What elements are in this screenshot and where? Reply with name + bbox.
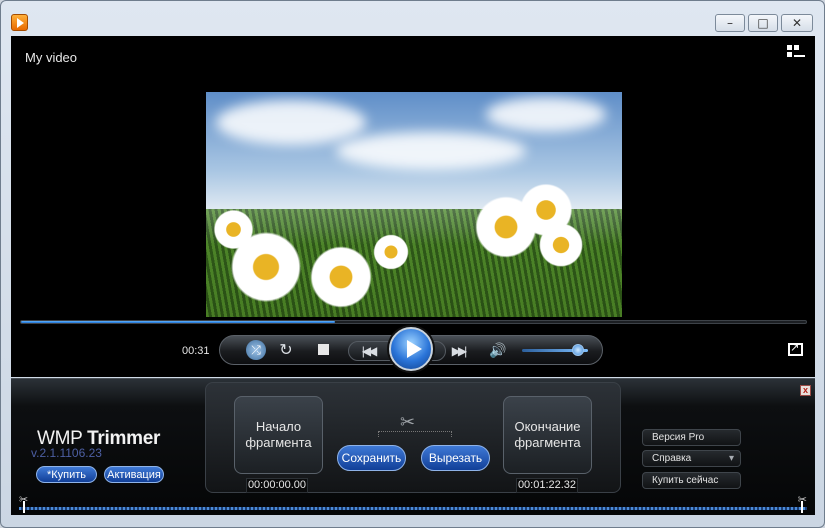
fragment-start-button[interactable]: Начало фрагмента: [234, 396, 323, 474]
save-button[interactable]: Сохранить: [337, 445, 406, 471]
video-player[interactable]: My video 00:31 ⤮ ↻ |◀◀ ▶▶| 🔊 ↗: [11, 36, 815, 377]
activate-button[interactable]: Активация: [104, 466, 164, 483]
next-button[interactable]: ▶▶|: [438, 341, 478, 361]
maximize-icon: □: [757, 16, 769, 30]
cut-button[interactable]: Вырезать: [421, 445, 490, 471]
help-dropdown[interactable]: Справка: [642, 450, 741, 467]
repeat-button[interactable]: ↻: [276, 340, 296, 360]
fullscreen-button[interactable]: [788, 341, 803, 356]
stop-button[interactable]: [318, 344, 329, 355]
fragment-start-label-1: Начало: [255, 419, 302, 434]
fragment-start-label-2: фрагмента: [245, 435, 312, 450]
volume-knob[interactable]: [572, 344, 585, 356]
fragment-end-time: 00:01:22.32: [516, 478, 578, 493]
shuffle-icon: ⤮: [251, 342, 261, 357]
start-marker-handle[interactable]: [23, 501, 25, 513]
repeat-icon: ↻: [279, 342, 293, 359]
buy-now-button[interactable]: Купить сейчас: [642, 472, 741, 489]
previous-icon: |◀◀: [361, 344, 377, 358]
video-frame[interactable]: [206, 92, 622, 317]
pro-version-button[interactable]: Версия Pro: [642, 429, 741, 446]
video-title: My video: [25, 50, 78, 65]
minimize-icon: –: [727, 16, 733, 30]
play-button[interactable]: [389, 327, 433, 371]
switch-view-icon[interactable]: [787, 45, 805, 61]
volume-button[interactable]: 🔊: [488, 341, 508, 361]
close-icon: ✕: [791, 16, 803, 30]
fragment-end-button[interactable]: Окончание фрагмента: [503, 396, 592, 474]
window-controls: – □ ✕: [715, 14, 813, 32]
shuffle-button[interactable]: ⤮: [246, 340, 266, 360]
app-play-icon: [11, 14, 28, 31]
close-button[interactable]: ✕: [781, 14, 813, 32]
end-marker-handle[interactable]: [801, 501, 803, 513]
fragment-end-label-1: Окончание: [514, 419, 581, 434]
speaker-icon: 🔊: [489, 343, 507, 359]
version-label: v.2.1.1106.23: [31, 446, 102, 460]
next-icon: ▶▶|: [451, 344, 467, 358]
timeline-track: [19, 507, 807, 510]
minimize-button[interactable]: –: [715, 14, 745, 32]
trim-timeline[interactable]: ✂ ✂: [19, 493, 807, 515]
fragment-end-label-2: фрагмента: [514, 435, 581, 450]
seek-bar[interactable]: [20, 320, 807, 324]
title-bar[interactable]: – □ ✕: [1, 1, 824, 36]
scissors-icon: ✂: [400, 412, 416, 433]
previous-button[interactable]: |◀◀: [348, 341, 388, 361]
trimmer-close-button[interactable]: x: [800, 385, 811, 396]
trimmer-panel: x WMP Trimmer v.2.1.1106.23 *Купить Акти…: [11, 378, 815, 515]
fragment-start-time: 00:00:00.00: [246, 478, 308, 493]
fragment-panel: Начало фрагмента 00:00:00.00 ✂ Сохранить …: [205, 382, 621, 493]
seek-bar-fill: [21, 321, 335, 323]
app-window: – □ ✕ My video 00:31 ⤮ ↻ |◀◀ ▶▶| 🔊 ↗ x W…: [0, 0, 825, 528]
buy-button[interactable]: *Купить: [36, 466, 97, 483]
maximize-button[interactable]: □: [748, 14, 778, 32]
current-time: 00:31: [182, 345, 210, 357]
